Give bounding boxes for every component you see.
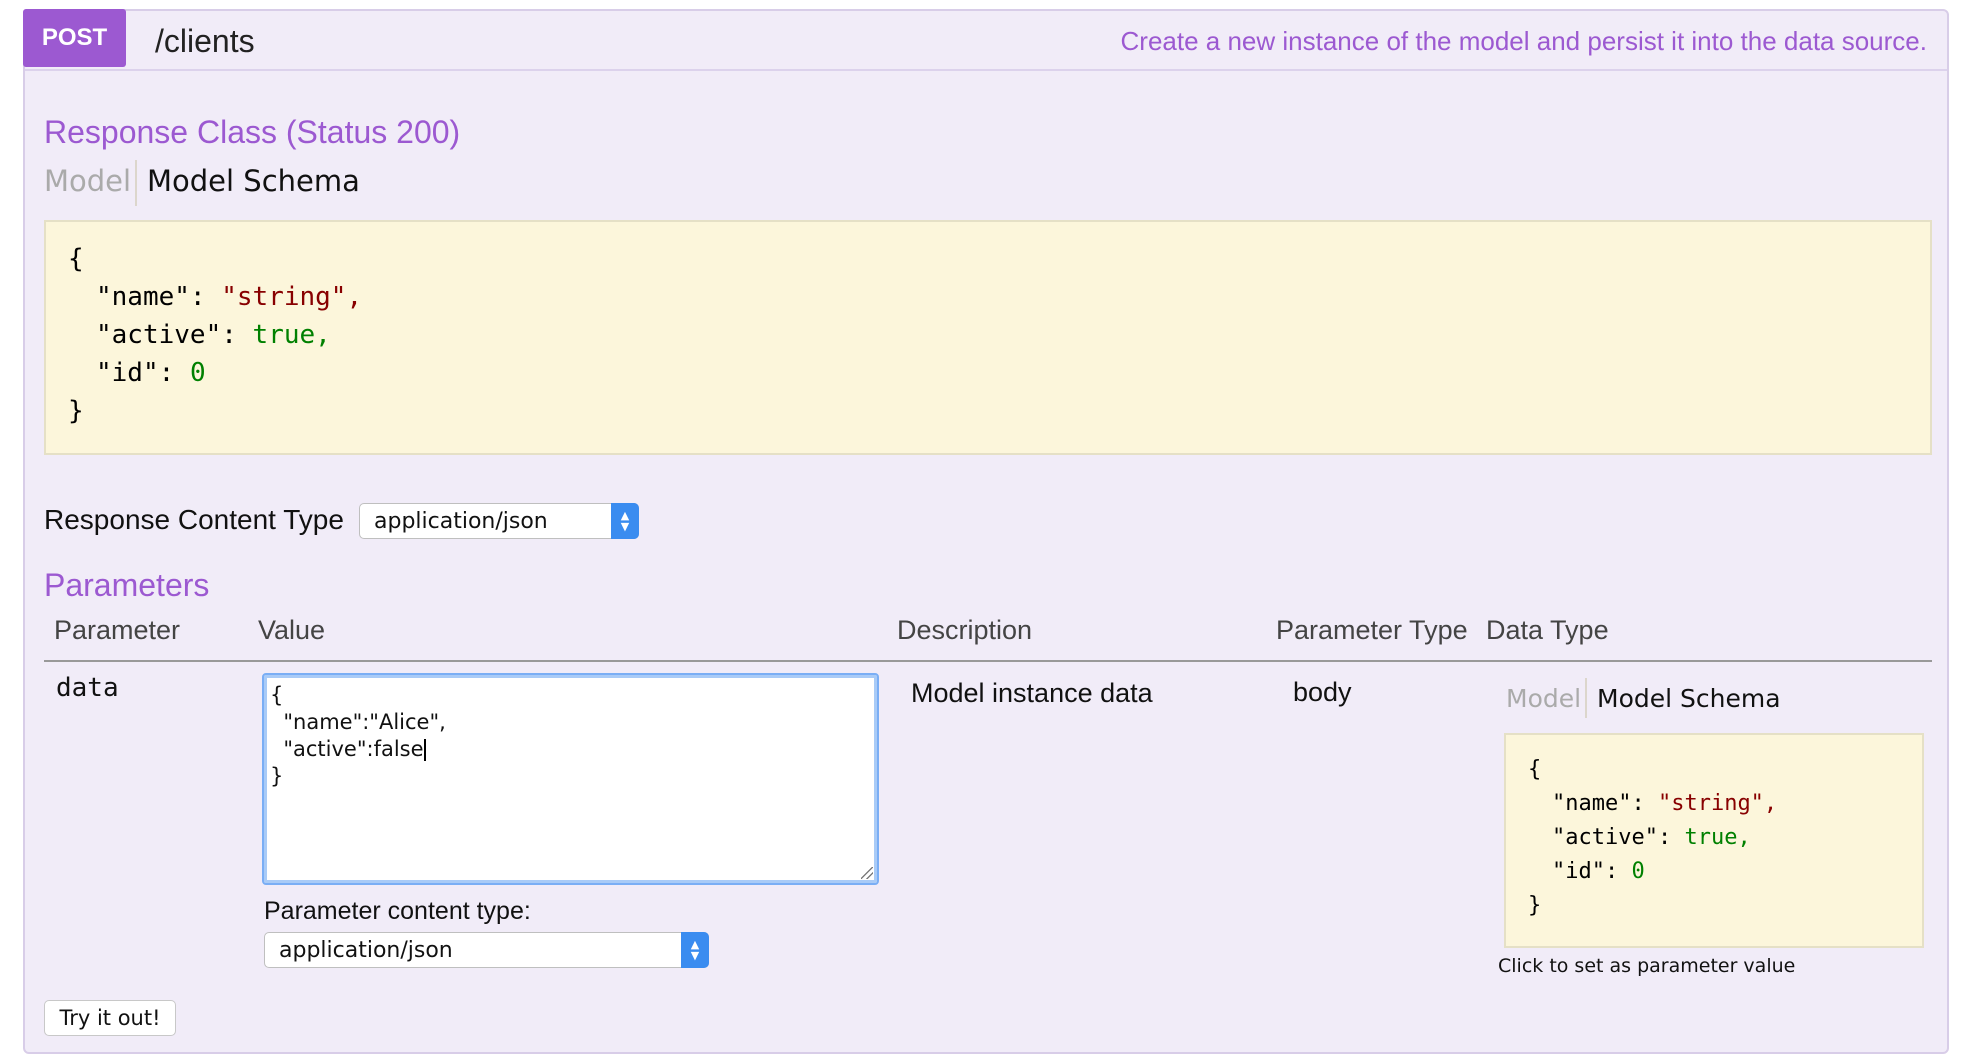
operation-summary[interactable]: Create a new instance of the model and p… [1121,26,1927,57]
response-model-schema-tab[interactable]: Model Schema [147,164,360,198]
param-content-type-select[interactable]: application/json ▲ ▼ [264,932,709,968]
select-arrows-icon: ▲ ▼ [681,932,709,968]
http-method-badge[interactable]: POST [23,9,126,67]
schema-key-id: "id": [1552,859,1619,884]
response-model-tab[interactable]: Model [44,164,131,198]
schema-open-brace: { [1528,757,1542,782]
select-arrows-icon: ▲ ▼ [611,503,639,539]
param-model-tab[interactable]: Model [1506,684,1581,713]
col-description: Description [897,615,1033,645]
schema-close-brace: } [68,396,84,426]
param-content-type-label: Parameter content type: [264,897,531,925]
tab-divider [1585,678,1587,718]
value-line-1: { [270,683,284,707]
schema-value-active: true, [1684,825,1751,850]
schema-value-name: "string", [1657,791,1778,816]
operation-header[interactable]: POST /clients Create a new instance of t… [23,9,1947,71]
tab-divider [135,160,137,206]
param-schema-box[interactable]: { "name": "string", "active": true, "id"… [1504,733,1924,948]
schema-hint-text: Click to set as parameter value [1498,955,1796,977]
param-name: data [56,673,119,703]
response-content-type-label: Response Content Type [44,504,344,535]
try-it-out-button[interactable]: Try it out! [44,1000,176,1036]
param-type: body [1293,677,1352,707]
schema-value-id: 0 [1631,859,1645,884]
schema-close-brace: } [1528,893,1542,918]
col-data-type: Data Type [1486,615,1609,645]
schema-key-active: "active": [96,320,237,350]
parameters-title: Parameters [44,567,210,603]
param-model-schema-tab[interactable]: Model Schema [1597,684,1781,713]
response-schema-box[interactable]: { "name": "string", "active": true, "id"… [44,220,1932,455]
value-line-3: "active":false [270,737,424,761]
response-content-type-select[interactable]: application/json ▲ ▼ [359,503,639,539]
value-line-4: } [270,764,284,788]
schema-open-brace: { [68,244,84,274]
col-value: Value [258,615,326,645]
response-class-title: Response Class (Status 200) [44,114,461,150]
schema-value-active: true, [252,320,331,350]
schema-key-name: "name": [1552,791,1645,816]
resize-grip-icon[interactable] [861,867,873,879]
table-header-divider [44,660,1932,662]
schema-value-name: "string", [221,282,363,312]
param-description: Model instance data [911,678,1153,708]
endpoint-path[interactable]: /clients [155,23,255,60]
col-parameter: Parameter [54,615,181,645]
param-value-textarea[interactable]: { "name":"Alice", "active":false } [262,673,879,885]
schema-key-name: "name": [96,282,206,312]
schema-key-active: "active": [1552,825,1672,850]
value-line-2: "name":"Alice", [270,710,446,734]
response-content-type-value: application/json [374,509,548,534]
schema-key-id: "id": [96,358,175,388]
schema-value-id: 0 [189,358,206,388]
col-parameter-type: Parameter Type [1276,615,1468,645]
text-caret [423,739,426,761]
param-content-type-value: application/json [279,938,453,963]
